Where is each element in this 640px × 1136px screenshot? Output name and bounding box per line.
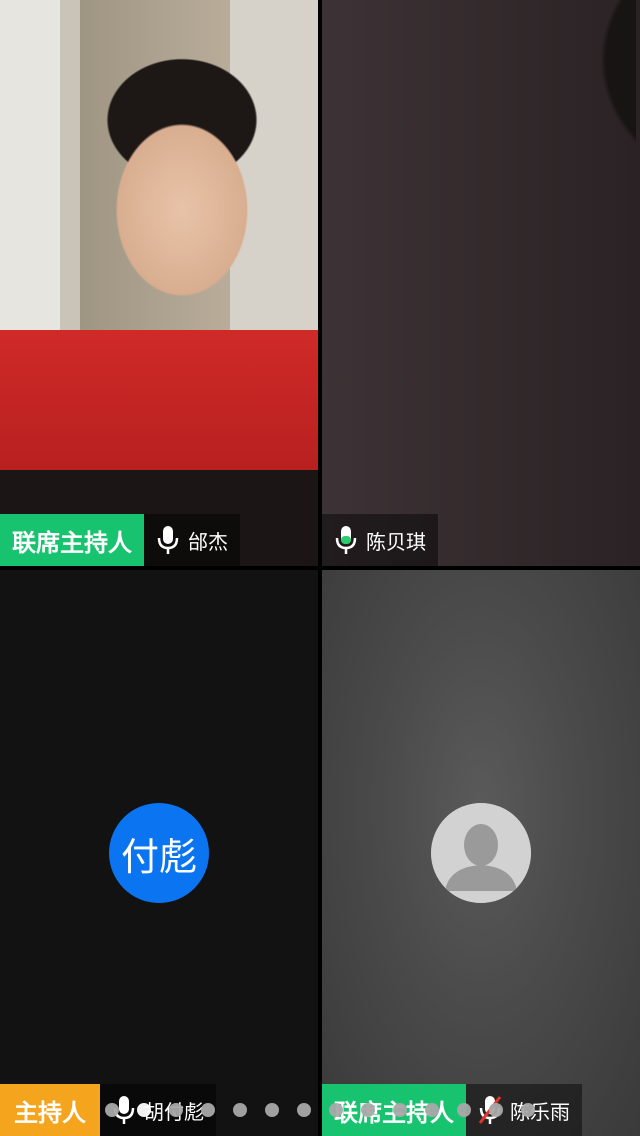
page-indicator[interactable] bbox=[0, 1103, 640, 1119]
microphone-icon bbox=[332, 523, 360, 557]
video-feed bbox=[0, 0, 318, 566]
participant-name: 邰杰 bbox=[188, 529, 228, 554]
page-dot[interactable] bbox=[393, 1103, 407, 1117]
page-dot[interactable] bbox=[425, 1103, 439, 1117]
participant-label: 陈贝琪 bbox=[322, 514, 438, 566]
page-dot[interactable] bbox=[265, 1103, 279, 1117]
avatar-text: 付彪 bbox=[120, 834, 197, 879]
page-dot[interactable] bbox=[233, 1103, 247, 1117]
participant-label: 联席主持人 邰杰 bbox=[0, 514, 240, 566]
video-tile-1[interactable]: 联席主持人 邰杰 bbox=[0, 0, 318, 566]
video-feed bbox=[322, 0, 640, 566]
video-tile-3[interactable]: 付彪 主持人 胡付彪 bbox=[0, 570, 318, 1136]
page-dot[interactable] bbox=[521, 1103, 535, 1117]
page-dot[interactable] bbox=[489, 1103, 503, 1117]
person-silhouette-icon bbox=[431, 803, 531, 903]
page-dot[interactable] bbox=[297, 1103, 311, 1117]
participant-name: 陈贝琪 bbox=[366, 529, 426, 554]
name-chip: 邰杰 bbox=[144, 514, 240, 566]
video-tile-4[interactable]: 联席主持人 陈乐雨 bbox=[322, 570, 640, 1136]
video-tile-2[interactable]: 陈贝琪 bbox=[322, 0, 640, 566]
avatar: 付彪 bbox=[109, 803, 209, 903]
page-dot[interactable] bbox=[169, 1103, 183, 1117]
name-chip: 陈贝琪 bbox=[322, 514, 438, 566]
page-dot[interactable] bbox=[361, 1103, 375, 1117]
page-dot[interactable] bbox=[329, 1103, 343, 1117]
page-dot[interactable] bbox=[201, 1103, 215, 1117]
page-dot[interactable] bbox=[105, 1103, 119, 1117]
role-badge: 联席主持人 bbox=[0, 514, 144, 566]
page-dot[interactable] bbox=[457, 1103, 471, 1117]
microphone-icon bbox=[154, 523, 182, 557]
page-dot[interactable] bbox=[137, 1103, 151, 1117]
